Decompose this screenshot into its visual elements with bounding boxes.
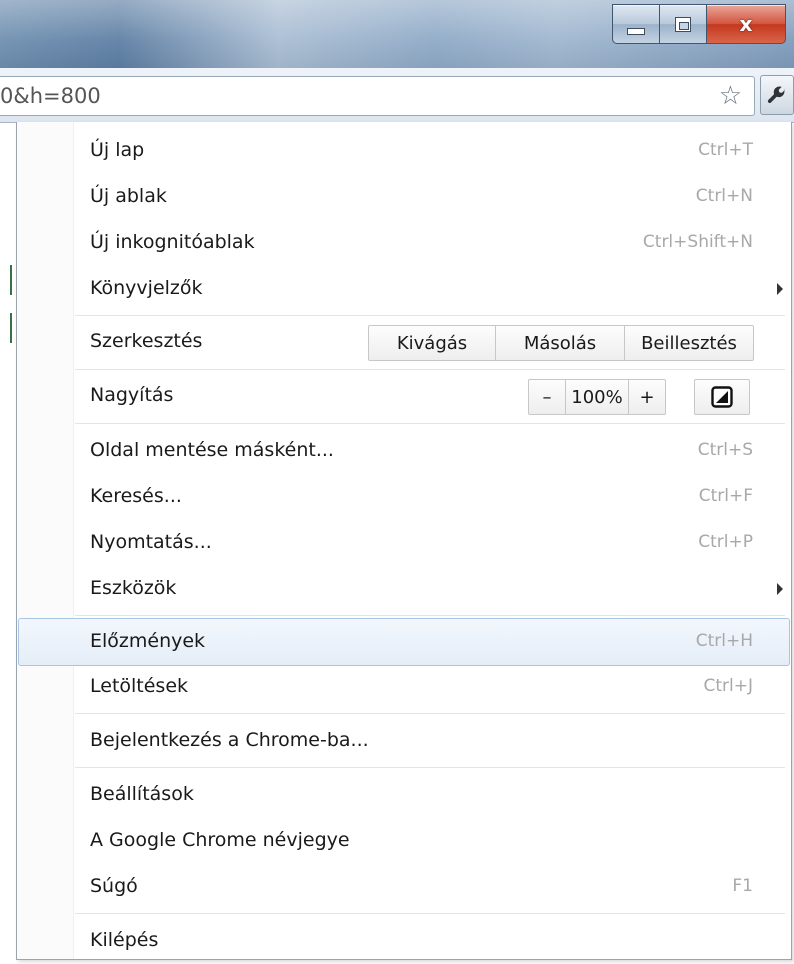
menu-item-label: Új lap (90, 139, 145, 161)
menu-item-sign-in[interactable]: Bejelentkezés a Chrome-ba... (18, 718, 790, 764)
menu-item-label: Kilépés (90, 929, 159, 951)
menu-separator (75, 713, 785, 715)
chrome-main-menu: Új lap Ctrl+T Új ablak Ctrl+N Új inkogni… (16, 122, 792, 960)
menu-separator (75, 423, 785, 425)
cut-button[interactable]: Kivágás (369, 326, 495, 360)
menu-item-exit[interactable]: Kilépés (18, 918, 790, 964)
menu-item-shortcut: F1 (732, 876, 753, 896)
close-button[interactable]: x (706, 4, 786, 44)
menu-item-downloads[interactable]: Letöltések Ctrl+J (18, 664, 790, 710)
page-fragment (10, 313, 12, 343)
url-text[interactable]: 0&h=800 (0, 84, 101, 108)
minimize-icon (627, 27, 645, 35)
menu-item-tools[interactable]: Eszközök (18, 566, 790, 612)
copy-button[interactable]: Másolás (495, 326, 624, 360)
menu-item-shortcut: Ctrl+J (703, 676, 753, 696)
browser-toolbar: 0&h=800 ☆ (0, 68, 794, 123)
fullscreen-button[interactable] (694, 379, 750, 415)
address-bar[interactable]: 0&h=800 ☆ (0, 76, 755, 116)
menu-item-shortcut: Ctrl+H (695, 631, 753, 651)
menu-item-print[interactable]: Nyomtatás... Ctrl+P (18, 520, 790, 566)
star-icon[interactable]: ☆ (719, 81, 742, 111)
window-controls: x (612, 4, 786, 44)
menu-item-label: Könyvjelzők (90, 277, 203, 299)
menu-item-label: Oldal mentése másként... (90, 439, 334, 461)
menu-item-label: Előzmények (90, 630, 206, 652)
maximize-button[interactable] (659, 4, 706, 44)
window-title-bar: x (0, 0, 794, 68)
fullscreen-icon (711, 386, 733, 408)
menu-item-label: Szerkesztés (90, 330, 203, 352)
menu-separator (75, 369, 785, 371)
submenu-arrow-icon (777, 583, 783, 595)
zoom-level: 100% (565, 380, 628, 414)
menu-item-bookmarks[interactable]: Könyvjelzők (18, 266, 790, 312)
menu-item-zoom: Nagyítás – 100% + (18, 373, 790, 419)
close-icon: x (739, 12, 753, 36)
minimize-button[interactable] (612, 4, 659, 44)
wrench-icon (767, 86, 785, 103)
menu-item-shortcut: Ctrl+F (698, 486, 753, 506)
menu-item-find[interactable]: Keresés... Ctrl+F (18, 474, 790, 520)
menu-item-label: Letöltések (90, 675, 189, 697)
edit-button-group: Kivágás Másolás Beillesztés (368, 325, 754, 361)
menu-item-label: Új ablak (90, 185, 167, 207)
menu-item-label: Keresés... (90, 485, 182, 507)
menu-item-label: Új inkognitóablak (90, 231, 255, 253)
menu-item-save-page[interactable]: Oldal mentése másként... Ctrl+S (18, 428, 790, 474)
menu-item-new-tab[interactable]: Új lap Ctrl+T (18, 128, 790, 174)
maximize-icon (675, 16, 691, 32)
zoom-controls: – 100% + (528, 379, 666, 415)
menu-separator (75, 315, 785, 317)
menu-item-shortcut: Ctrl+P (698, 532, 753, 552)
menu-item-shortcut: Ctrl+N (695, 186, 753, 206)
menu-item-edit: Szerkesztés Kivágás Másolás Beillesztés (18, 319, 790, 365)
page-fragment (10, 265, 12, 295)
menu-item-shortcut: Ctrl+T (698, 140, 753, 160)
menu-item-help[interactable]: Súgó F1 (18, 864, 790, 910)
menu-item-new-window[interactable]: Új ablak Ctrl+N (18, 174, 790, 220)
menu-item-new-incognito[interactable]: Új inkognitóablak Ctrl+Shift+N (18, 220, 790, 266)
zoom-in-button[interactable]: + (628, 380, 665, 414)
menu-item-label: Bejelentkezés a Chrome-ba... (90, 729, 369, 751)
menu-item-history[interactable]: Előzmények Ctrl+H (18, 618, 790, 666)
menu-item-label: Súgó (90, 875, 138, 897)
menu-separator (75, 913, 785, 915)
menu-separator (75, 615, 785, 617)
menu-item-label: Nyomtatás... (90, 531, 212, 553)
menu-item-shortcut: Ctrl+Shift+N (642, 232, 753, 252)
menu-item-shortcut: Ctrl+S (697, 440, 753, 460)
zoom-out-button[interactable]: – (529, 380, 565, 414)
menu-item-settings[interactable]: Beállítások (18, 772, 790, 818)
menu-item-label: Nagyítás (90, 384, 174, 406)
wrench-menu-button[interactable] (760, 75, 794, 115)
menu-separator (75, 767, 785, 769)
menu-item-about[interactable]: A Google Chrome névjegye (18, 818, 790, 864)
submenu-arrow-icon (777, 283, 783, 295)
menu-item-label: Beállítások (90, 783, 194, 805)
menu-item-label: Eszközök (90, 577, 177, 599)
menu-item-label: A Google Chrome névjegye (90, 829, 350, 851)
paste-button[interactable]: Beillesztés (624, 326, 753, 360)
